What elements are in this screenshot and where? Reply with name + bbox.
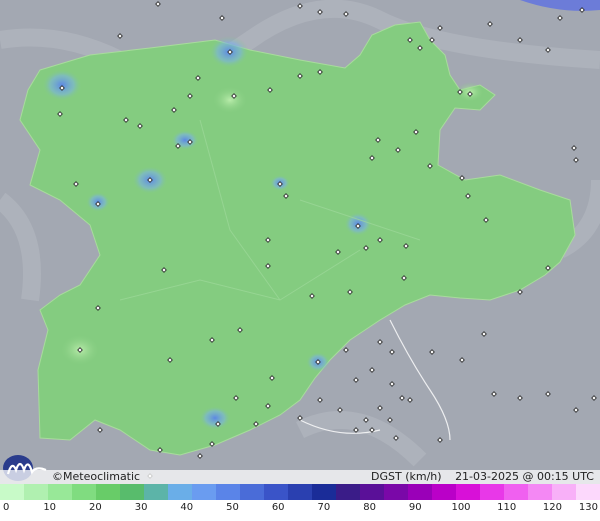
credit-label: ©Meteoclimatic (52, 470, 141, 483)
color-scale-legend: 0 10 20 30 40 50 60 70 80 90 100 110 120 130 (0, 484, 600, 521)
scale-swatch (168, 484, 192, 500)
scale-swatch (576, 484, 600, 500)
color-scale-bar (0, 484, 600, 500)
scale-swatch (264, 484, 288, 500)
scale-tick-label: 20 (89, 502, 102, 513)
scale-tick-label: 120 (542, 502, 562, 513)
scale-swatch (192, 484, 216, 500)
scale-swatch (384, 484, 408, 500)
scale-swatch (504, 484, 528, 500)
scale-tick-label: 30 (134, 502, 148, 513)
scale-swatch (216, 484, 240, 500)
scale-ticks: 0 10 20 30 40 50 60 70 80 90 100 110 120 130 (0, 501, 600, 521)
scale-swatch (48, 484, 72, 500)
scale-tick-label: 100 (451, 502, 471, 513)
scale-tick-label: 40 (180, 502, 194, 513)
scale-tick-label: 130 (578, 502, 598, 513)
scale-swatch (288, 484, 312, 500)
scale-swatch (480, 484, 504, 500)
scale-swatch (456, 484, 480, 500)
scale-swatch (240, 484, 264, 500)
scale-swatch (432, 484, 456, 500)
scale-tick-label: 10 (43, 502, 57, 513)
gust-hotspot (199, 406, 231, 430)
gust-hotspot (42, 69, 82, 101)
scale-tick-label: 90 (408, 502, 422, 513)
gust-hotspot (171, 130, 199, 150)
scale-swatch (0, 484, 24, 500)
scale-tick-label: 70 (317, 502, 331, 513)
scale-swatch (24, 484, 48, 500)
scale-tick-label: 60 (271, 502, 285, 513)
scale-swatch (552, 484, 576, 500)
scale-swatch (120, 484, 144, 500)
map-caption: DGST (km/h) 21-03-2025 @ 00:15 UTC (361, 470, 594, 484)
scale-swatch (72, 484, 96, 500)
scale-tick-label: 80 (363, 502, 376, 513)
scale-swatch (408, 484, 432, 500)
scale-swatch (144, 484, 168, 500)
scale-tick-label: 50 (226, 502, 239, 513)
scale-tick-label: 0 (3, 502, 10, 513)
scale-swatch (528, 484, 552, 500)
scale-swatch (96, 484, 120, 500)
map-footer: ©Meteoclimatic DGST (km/h) 21-03-2025 @ … (0, 470, 600, 484)
variable-label: DGST (km/h) (371, 470, 442, 483)
scale-tick-label: 110 (497, 502, 517, 513)
scale-swatch (336, 484, 360, 500)
scale-swatch (312, 484, 336, 500)
wind-gust-map (0, 0, 600, 479)
timestamp-label: 21-03-2025 @ 00:15 UTC (455, 470, 594, 483)
scale-swatch (360, 484, 384, 500)
